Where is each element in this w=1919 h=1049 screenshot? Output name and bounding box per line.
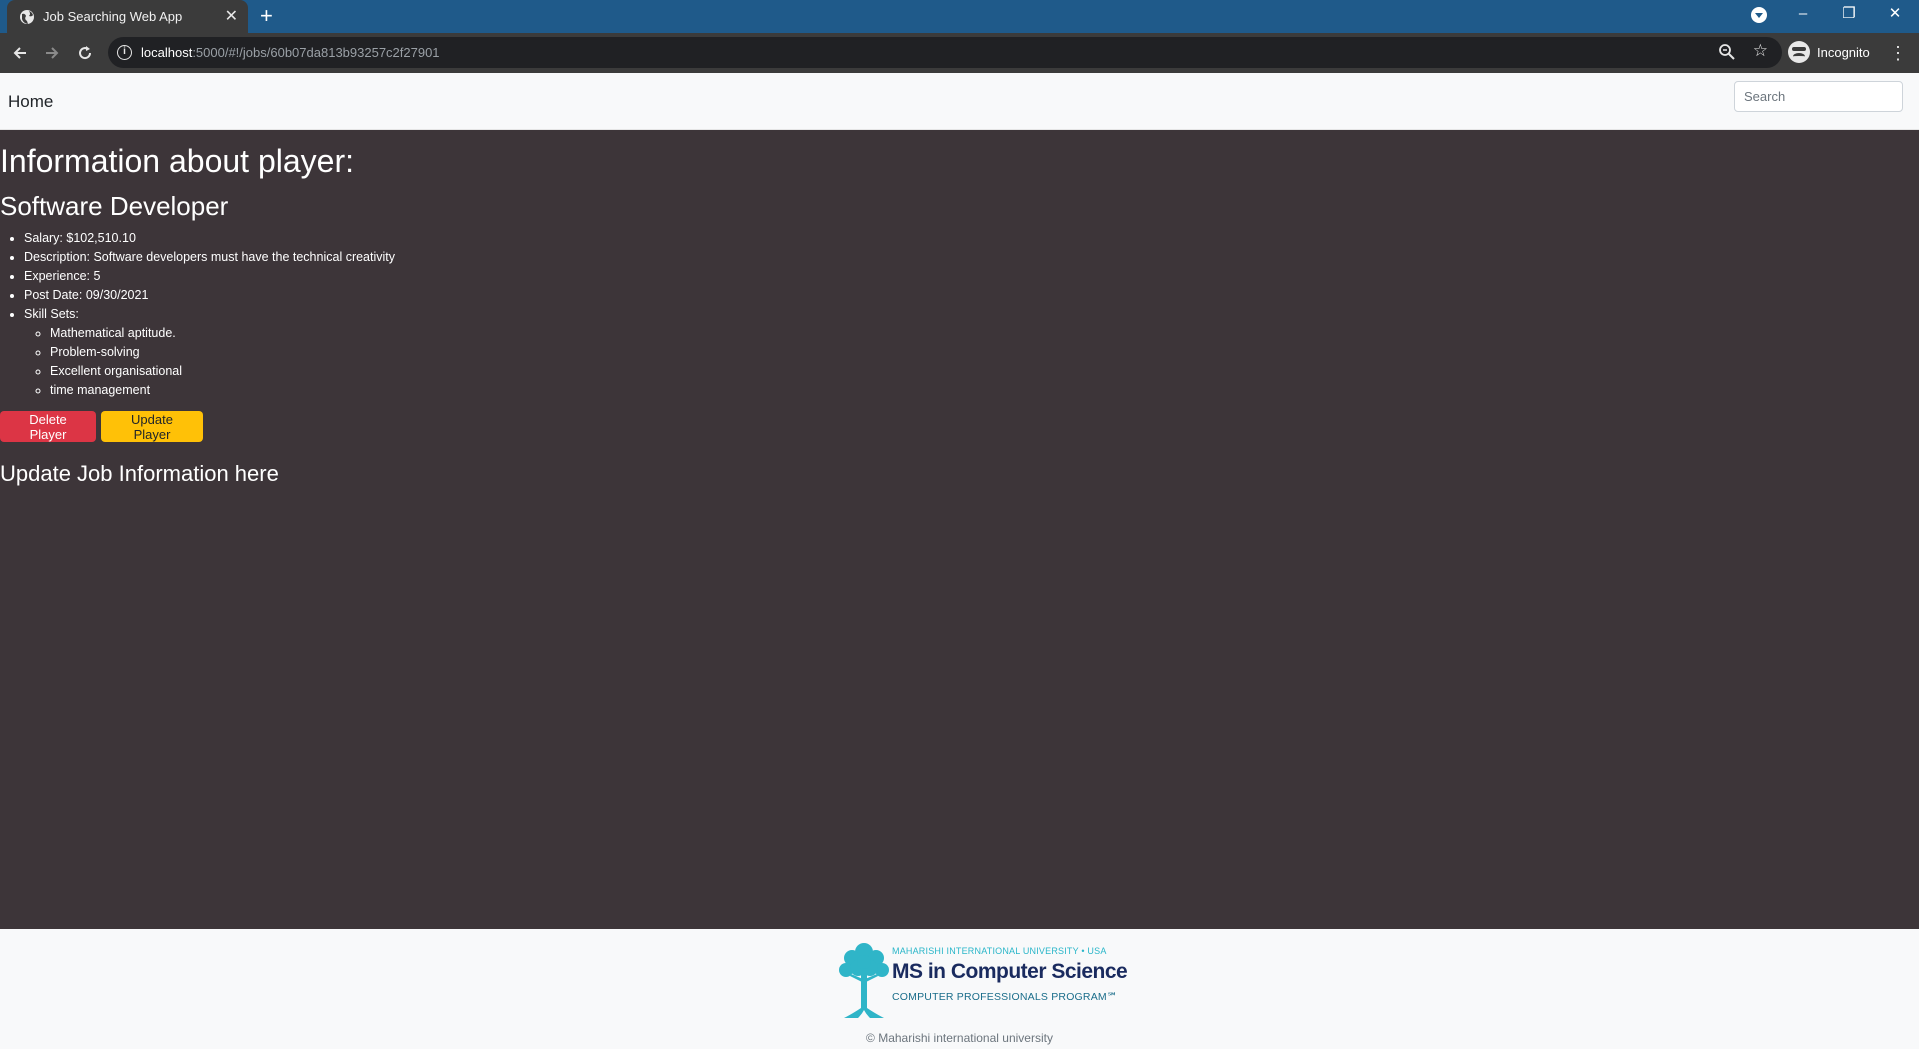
home-link[interactable]: Home: [8, 92, 53, 112]
skill-item: Problem-solving: [50, 343, 395, 362]
search-input[interactable]: [1734, 81, 1903, 112]
skill-item: Mathematical aptitude.: [50, 324, 395, 343]
browser-tab-strip: Job Searching Web App ✕ + – ❐ ✕: [0, 0, 1919, 33]
url-host: localhost: [141, 45, 193, 60]
logo-program-title: MS in Computer Science: [892, 960, 1128, 983]
site-info-icon[interactable]: i: [117, 45, 132, 60]
forward-arrow-icon[interactable]: [38, 39, 66, 67]
skill-item: Excellent organisational: [50, 362, 395, 381]
incognito-label: Incognito: [1817, 44, 1870, 60]
close-window-button[interactable]: ✕: [1872, 0, 1918, 28]
reload-icon[interactable]: [71, 39, 99, 67]
delete-player-button[interactable]: Delete Player: [0, 411, 96, 442]
update-section-heading: Update Job Information here: [0, 461, 279, 486]
browser-toolbar: i localhost:5000/#!/jobs/60b07da813b9325…: [0, 33, 1919, 73]
job-details-list: Salary: $102,510.10 Description: Softwar…: [24, 229, 395, 400]
skill-item: time management: [50, 381, 395, 400]
browser-menu-icon[interactable]: ⋮: [1889, 39, 1907, 67]
minimize-button[interactable]: –: [1780, 0, 1826, 28]
description-item: Description: Software developers must ha…: [24, 248, 395, 267]
back-arrow-icon[interactable]: [6, 39, 34, 67]
skills-list: Mathematical aptitude. Problem-solving E…: [50, 324, 395, 400]
university-logo: MAHARISHI INTERNATIONAL UNIVERSITY • USA…: [838, 938, 1128, 1024]
skill-sets-label: Skill Sets:: [24, 307, 79, 321]
tab-search-icon[interactable]: [1751, 7, 1767, 23]
url-text: localhost:5000/#!/jobs/60b07da813b93257c…: [141, 45, 440, 60]
new-tab-button[interactable]: +: [260, 3, 273, 29]
browser-tab[interactable]: Job Searching Web App ✕: [7, 0, 248, 33]
tab-title: Job Searching Web App: [43, 9, 183, 24]
logo-university-text: MAHARISHI INTERNATIONAL UNIVERSITY • USA: [892, 946, 1107, 956]
logo-program-subtitle: COMPUTER PROFESSIONALS PROGRAM℠: [892, 991, 1118, 1003]
post-date-item: Post Date: 09/30/2021: [24, 286, 395, 305]
job-title: Software Developer: [0, 191, 229, 221]
address-bar[interactable]: i localhost:5000/#!/jobs/60b07da813b9325…: [108, 37, 1782, 68]
copyright-text: © Maharishi international university: [866, 1031, 1053, 1045]
globe-icon: [20, 10, 34, 24]
bookmark-star-icon[interactable]: ☆: [1753, 41, 1768, 61]
incognito-indicator[interactable]: Incognito: [1788, 38, 1870, 66]
incognito-icon: [1788, 41, 1810, 63]
tab-close-icon[interactable]: ✕: [225, 6, 238, 26]
page-title: Information about player:: [0, 143, 354, 179]
page-navbar: Home: [0, 73, 1919, 130]
skill-sets-item: Skill Sets: Mathematical aptitude. Probl…: [24, 305, 395, 400]
zoom-icon[interactable]: [1718, 43, 1736, 61]
restore-button[interactable]: ❐: [1826, 0, 1872, 28]
tree-logo-icon: [839, 943, 889, 1018]
main-content: Information about player: Software Devel…: [0, 130, 1919, 929]
page-footer: MAHARISHI INTERNATIONAL UNIVERSITY • USA…: [0, 929, 1919, 1049]
update-player-button[interactable]: Update Player: [101, 411, 203, 442]
url-path: :5000/#!/jobs/60b07da813b93257c2f27901: [192, 45, 440, 60]
experience-item: Experience: 5: [24, 267, 395, 286]
salary-item: Salary: $102,510.10: [24, 229, 395, 248]
